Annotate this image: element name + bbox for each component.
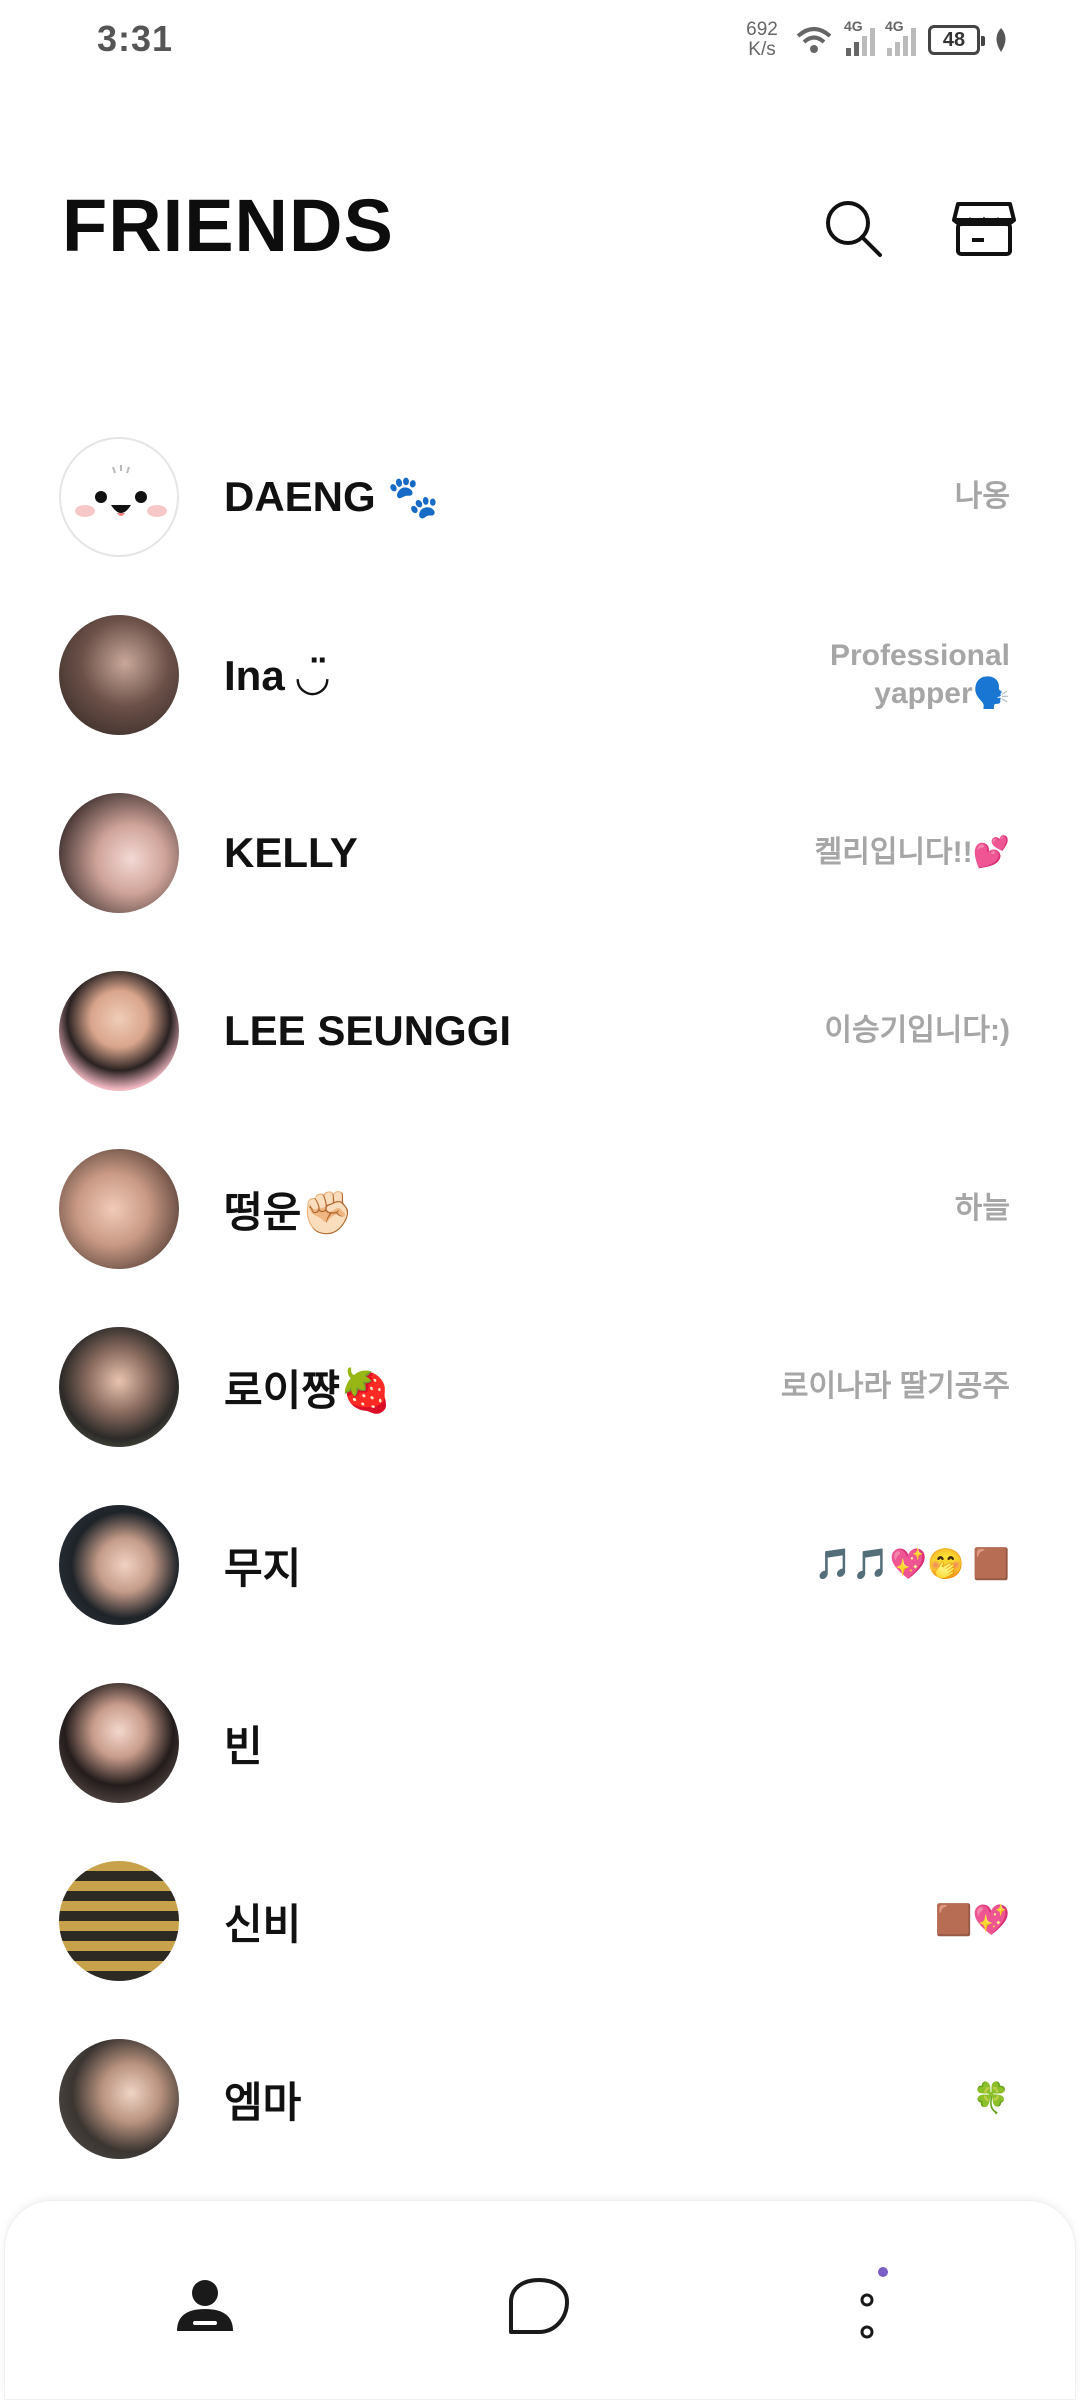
friend-name: 떵운✊🏻 [224,1188,354,1236]
status-time: 3:31 [97,18,174,59]
avatar[interactable] [59,1327,179,1447]
friend-status: 🍀 [972,2082,1010,2115]
friend-name: 빈 [224,1722,263,1770]
friend-status: 나옹 [954,480,1010,513]
friend-status: 🎵🎵💖🤭 🟫 [814,1548,1010,1581]
friend-name: DAENG 🐾 [224,472,440,520]
network-speed: 692 K/s [746,19,778,60]
status-bar: 3:31 692 K/s 4G 4G 48 [0,0,1080,80]
more-dots-icon [860,2267,888,2339]
page-title: FRIENDS [62,184,394,267]
list-item[interactable]: 무지 🎵🎵💖🤭 🟫 [0,1476,1080,1654]
friend-status: 켈리입니다!!💕 [814,836,1010,869]
friend-name: Ina ◡̈ [224,651,329,699]
avatar[interactable] [59,437,179,557]
search-button[interactable] [818,193,890,265]
list-item[interactable]: LEE SEUNGGI 이승기입니다:) [0,942,1080,1120]
list-item[interactable]: 빈 [0,1654,1080,1832]
person-icon [177,2280,233,2331]
signal-icon: 4G [844,18,875,56]
friend-name: 무지 [224,1544,302,1592]
avatar[interactable] [59,615,179,735]
list-item[interactable]: 로이쨩🍓 로이나라 딸기공주 [0,1298,1080,1476]
status-icons: 692 K/s 4G 4G 48 [742,14,1010,66]
search-icon [826,201,882,257]
list-item[interactable]: 신비 🟫💖 [0,1832,1080,2010]
friend-name: KELLY [224,829,358,876]
friend-status: 🟫💖 [935,1904,1010,1937]
friend-name: LEE SEUNGGI [224,1007,512,1054]
list-item[interactable]: Ina ◡̈ Professional yapper🗣️ [0,586,1080,764]
list-item[interactable]: DAENG 🐾 나옹 [0,408,1080,586]
avatar[interactable] [59,1861,179,1981]
friend-status: 이승기입니다:) [824,1014,1010,1047]
avatar[interactable] [59,1505,179,1625]
list-item[interactable]: 엠마 🍀 [0,2010,1080,2188]
bottom-nav [4,2200,1076,2400]
avatar[interactable] [59,1149,179,1269]
nav-more-tab[interactable] [823,2256,923,2356]
avatar[interactable] [59,793,179,913]
wifi-icon [796,27,832,53]
avatar[interactable] [59,1683,179,1803]
chat-bubble-icon [509,2278,569,2334]
friend-status: 하늘 [954,1192,1010,1225]
avatar[interactable] [59,2039,179,2159]
nav-friends-tab[interactable] [155,2256,255,2356]
friend-name: 엠마 [224,2078,302,2126]
avatar[interactable] [59,971,179,1091]
friend-status: 로이나라 딸기공주 [780,1370,1010,1403]
shop-button[interactable] [948,193,1020,265]
list-item[interactable]: 떵운✊🏻 하늘 [0,1120,1080,1298]
shop-icon [952,202,1016,256]
friend-list: DAENG 🐾 나옹 Ina ◡̈ Professional yapper🗣️ … [0,408,1080,2188]
list-item[interactable]: KELLY 켈리입니다!!💕 [0,764,1080,942]
leaf-icon [996,28,1006,52]
friend-name: 신비 [224,1900,302,1948]
battery-icon: 48 [928,25,985,55]
signal-icon: 4G [885,18,916,56]
nav-chats-tab[interactable] [489,2256,589,2356]
friend-name: 로이쨩🍓 [224,1366,393,1414]
friend-status: Professional yapper🗣️ [829,639,1010,710]
